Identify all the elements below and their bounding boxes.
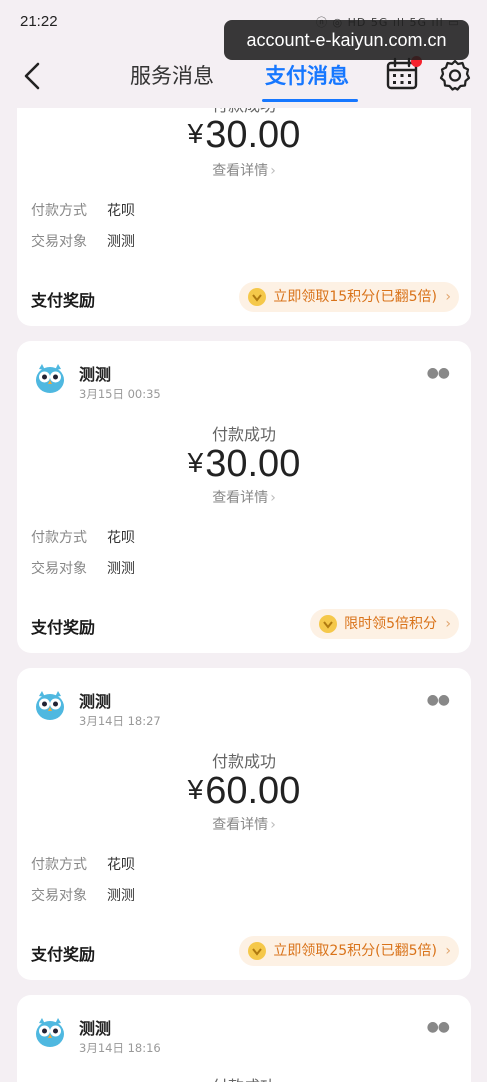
view-details-label: 查看详情: [212, 817, 269, 833]
currency-symbol: ¥: [187, 774, 204, 805]
chevron-right-icon: ›: [445, 289, 451, 305]
view-details-link[interactable]: 查看详情 ›: [17, 487, 471, 507]
view-details-label: 查看详情: [212, 490, 269, 506]
settings-button[interactable]: [438, 58, 472, 92]
payment-card[interactable]: 测测 3月14日 18:16 ●● 付款成功: [17, 995, 471, 1082]
coin-icon: [319, 615, 338, 633]
reward-title: 支付奖励: [31, 945, 96, 964]
reward-text: 限时领5倍积分: [344, 616, 437, 632]
message-time: 3月14日 18:27: [79, 714, 161, 728]
tab-service-messages[interactable]: 服务消息: [130, 60, 214, 90]
card-header: 测测 3月15日 00:35 ●●: [17, 341, 471, 411]
message-time: 3月14日 18:16: [79, 1041, 161, 1055]
row-value: 测测: [107, 888, 135, 904]
more-options-button[interactable]: ●●: [427, 1019, 450, 1035]
merchant-name: 测测: [79, 365, 112, 384]
row-key: 付款方式: [31, 857, 87, 873]
chevron-right-icon: ›: [445, 616, 451, 632]
more-options-button[interactable]: ●●: [427, 365, 450, 381]
status-time: 21:22: [20, 13, 58, 30]
owl-avatar: [36, 1018, 64, 1047]
payment-amount: ¥30.00: [17, 443, 471, 486]
row-key: 交易对象: [31, 561, 87, 577]
row-key: 付款方式: [31, 203, 87, 219]
active-tab-indicator: [262, 99, 358, 102]
payment-method-row: 付款方式 花呗: [31, 527, 135, 547]
owl-avatar: [36, 364, 64, 393]
row-value: 花呗: [107, 203, 135, 219]
payment-card[interactable]: 付款成功 ¥30.00 查看详情› 付款方式花呗 交易对象测测 支付奖励 立即领…: [17, 80, 471, 326]
payment-method-row: 付款方式 花呗: [31, 200, 135, 220]
payment-card[interactable]: 测测 3月14日 18:27 ●● 付款成功 ¥60.00 查看详情 › 付款方式…: [17, 668, 471, 980]
row-value: 测测: [107, 561, 135, 577]
chevron-right-icon: ›: [270, 163, 276, 179]
payment-card[interactable]: 测测 3月15日 00:35 ●● 付款成功 ¥30.00 查看详情 › 付款方式…: [17, 341, 471, 653]
chevron-right-icon: ›: [270, 817, 276, 833]
back-arrow-icon: [24, 62, 40, 90]
view-details-label: 查看详情: [212, 163, 269, 179]
payment-status: 付款成功: [17, 1073, 471, 1082]
message-time: 3月15日 00:35: [79, 387, 161, 401]
row-key: 付款方式: [31, 530, 87, 546]
back-button[interactable]: [16, 58, 48, 94]
reward-title: 支付奖励: [31, 618, 96, 637]
amount-value: 60.00: [205, 770, 301, 812]
row-value: 花呗: [107, 530, 135, 546]
counterparty-row: 交易对象 测测: [31, 885, 135, 905]
reward-text: 立即领取25积分(已翻5倍): [273, 943, 437, 959]
payment-status: 付款成功: [211, 425, 276, 444]
payment-amount: ¥30.00: [17, 114, 471, 157]
coin-icon: [248, 942, 267, 960]
reward-button[interactable]: 立即领取25积分(已翻5倍) ›: [239, 936, 459, 966]
currency-symbol: ¥: [187, 447, 204, 478]
view-details-link[interactable]: 查看详情 ›: [17, 160, 471, 180]
row-value: 花呗: [107, 857, 135, 873]
row-value: 测测: [107, 234, 135, 250]
card-header: 测测 3月14日 18:27 ●●: [17, 668, 471, 738]
amount-value: 30.00: [205, 114, 301, 156]
payment-status: 付款成功: [211, 752, 276, 771]
reward-title: 支付奖励: [31, 291, 96, 310]
card-header: 测测 3月14日 18:16 ●●: [17, 995, 471, 1065]
chevron-right-icon: ›: [445, 943, 451, 959]
reward-button[interactable]: 立即领取15积分(已翻5倍) ›: [239, 282, 459, 312]
coin-icon: [248, 288, 267, 306]
chevron-right-icon: ›: [270, 490, 276, 506]
reward-text: 立即领取15积分(已翻5倍): [273, 289, 437, 305]
counterparty-row: 交易对象 测测: [31, 558, 135, 578]
row-key: 交易对象: [31, 888, 87, 904]
more-options-button[interactable]: ●●: [427, 692, 450, 708]
payment-method-row: 付款方式 花呗: [31, 854, 135, 874]
tab-payment-messages[interactable]: 支付消息: [265, 60, 349, 90]
watermark: account-e-kaiyun.com.cn: [224, 20, 469, 60]
counterparty-row: 交易对象 测测: [31, 231, 135, 251]
amount-value: 30.00: [205, 443, 301, 485]
gear-icon: [439, 59, 471, 91]
owl-avatar: [36, 691, 64, 720]
currency-symbol: ¥: [187, 118, 204, 149]
row-key: 交易对象: [31, 234, 87, 250]
payment-amount: ¥60.00: [17, 770, 471, 813]
reward-button[interactable]: 限时领5倍积分 ›: [310, 609, 459, 639]
view-details-link[interactable]: 查看详情 ›: [17, 814, 471, 834]
merchant-name: 测测: [79, 1019, 112, 1038]
merchant-name: 测测: [79, 692, 112, 711]
